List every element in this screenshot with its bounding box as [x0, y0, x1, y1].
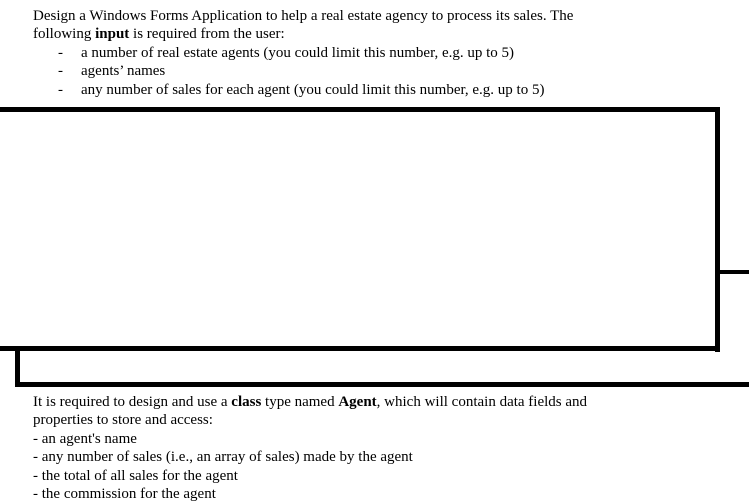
intro-text: is required from the user:: [129, 26, 285, 43]
frame-right-border: [715, 107, 720, 352]
agent-keyword: Agent: [338, 394, 377, 410]
class-text: It is required to design and use a: [33, 394, 232, 410]
input-list-item: - a number of real estate agents (you cou…: [33, 44, 573, 62]
input-list-item: - agents’ names: [33, 62, 573, 80]
class-requirements: It is required to design and use a class…: [33, 393, 587, 503]
dash-bullet-icon: -: [58, 44, 63, 61]
property-list-item: - the commission for the agent: [33, 485, 216, 502]
list-item-text: a number of real estate agents (you coul…: [81, 44, 515, 61]
property-list-item: - an agent's name: [33, 430, 137, 447]
property-list-item: - any number of sales (i.e., an array of…: [33, 449, 413, 466]
dash-bullet-icon: -: [58, 63, 63, 80]
intro-line-2: following input is required from the use…: [33, 25, 573, 43]
class-line-1: It is required to design and use a class…: [33, 393, 587, 411]
dash-bullet-icon: -: [58, 81, 63, 98]
class-keyword: class: [231, 394, 262, 410]
intro-line-1: Design a Windows Forms Application to he…: [33, 8, 574, 24]
frame-bottom-border: [0, 346, 720, 351]
frame-right-connector: [720, 270, 749, 274]
class-line-2: properties to store and access:: [33, 412, 213, 429]
list-item-text: agents’ names: [81, 63, 166, 80]
requirements-intro: Design a Windows Forms Application to he…: [33, 7, 573, 99]
frame-top-border: [0, 107, 720, 112]
frame-lower-border: [15, 382, 749, 387]
class-text: type named: [261, 394, 339, 410]
input-keyword: input: [95, 26, 130, 43]
property-list-item: - the total of all sales for the agent: [33, 467, 238, 484]
intro-text: following: [33, 26, 96, 43]
list-item-text: any number of sales for each agent (you …: [81, 81, 545, 98]
input-list-item: - any number of sales for each agent (you…: [33, 81, 573, 99]
class-text: , which will contain data fields and: [376, 394, 588, 410]
